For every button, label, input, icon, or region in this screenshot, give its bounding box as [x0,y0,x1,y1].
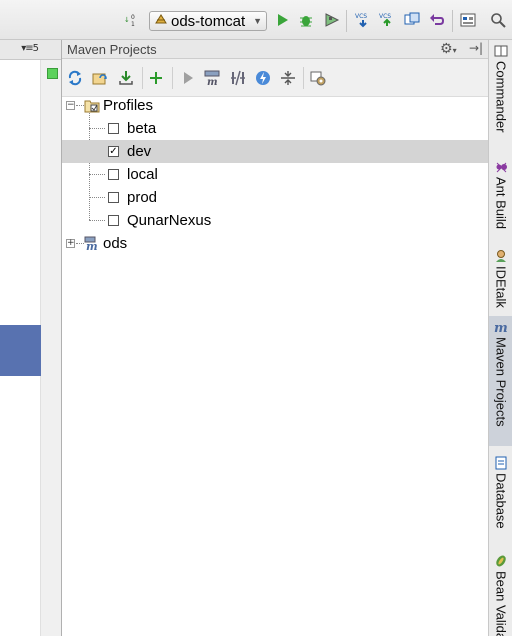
profile-label-prod: prod [127,189,158,206]
run-goal-icon[interactable] [179,69,197,87]
expand-toggle[interactable]: + [66,239,75,248]
maven-projects-panel: Maven Projects ⚙▾ →| m − Profiles beta ✓… [62,40,488,636]
tree-node-ods[interactable]: + m ods [62,232,488,255]
hide-panel-icon[interactable]: →| [469,41,483,55]
run-icon[interactable] [274,12,290,28]
side-tab-bean-validation[interactable]: Bean Valida [489,550,512,636]
gear-icon[interactable]: ⚙▾ [440,41,457,57]
editor-area: ▾≡5 [0,40,62,636]
commander-icon [494,44,508,58]
editor-tabs-menu[interactable]: ▾≡5 [21,43,39,54]
collapse-all-icon[interactable] [279,69,297,87]
maven-icon: m [494,320,508,334]
side-tab-database[interactable]: Database [489,452,512,542]
profile-row-qunarnexus[interactable]: QunarNexus [62,209,488,232]
profile-checkbox-prod[interactable] [108,192,119,203]
run-configuration-dropdown[interactable]: ods-tomcat ▼ [149,11,267,31]
debug-icon[interactable] [298,12,314,28]
profile-label-local: local [127,166,158,183]
coverage-icon[interactable] [324,12,340,28]
profiles-folder-icon [84,98,100,117]
skip-tests-icon[interactable] [254,69,272,87]
no-problems-marker[interactable] [47,68,58,79]
toolbar-separator [172,67,173,89]
tomcat-icon [154,12,168,30]
reimport-icon[interactable] [66,69,84,87]
maven-panel-title: Maven Projects [67,42,157,57]
toolbar-separator [346,10,347,32]
sort-icon[interactable]: ↓ 0 1 [124,12,140,28]
profile-label-qunarnexus: QunarNexus [127,212,212,229]
chevron-down-icon: ▼ [253,16,262,26]
svg-text:VCS: VCS [379,13,391,20]
side-tab-commander[interactable]: Commander [489,40,512,150]
svg-text:0: 0 [131,14,135,21]
side-tab-label: IDEtalk [493,266,509,308]
profile-row-dev[interactable]: ✓ dev [62,140,488,163]
generate-sources-icon[interactable] [91,69,109,87]
profile-checkbox-beta[interactable] [108,123,119,134]
side-tab-label: Commander [493,61,509,133]
toolbar-separator [452,10,453,32]
add-icon[interactable] [147,69,165,87]
project-label-ods: ods [103,235,128,252]
side-tab-label: Database [493,473,509,529]
svg-text:VCS: VCS [355,13,367,20]
collapse-toggle[interactable]: − [66,101,75,110]
vcs-update-icon[interactable]: VCS [355,12,371,28]
vcs-revert-icon[interactable] [429,12,445,28]
profile-label-dev: dev [127,143,152,160]
editor-header: ▾≡5 [0,40,62,60]
profile-row-local[interactable]: local [62,163,488,186]
tree-node-profiles[interactable]: − Profiles [62,94,488,117]
editor-selection-block [0,325,41,376]
project-structure-icon[interactable] [460,12,476,28]
vcs-compare-icon[interactable] [404,12,420,28]
side-tab-idetalk[interactable]: IDEtalk [489,245,512,315]
ant-icon [494,160,508,174]
profile-checkbox-local[interactable] [108,169,119,180]
profile-label-beta: beta [127,120,157,137]
profile-row-beta[interactable]: beta [62,117,488,140]
side-tab-ant-build[interactable]: Ant Build [489,156,512,236]
vcs-commit-icon[interactable]: VCS [379,12,395,28]
side-tab-label: Maven Projects [493,337,509,427]
settings-icon[interactable] [309,69,327,87]
maven-panel-header: Maven Projects ⚙▾ →| [62,40,488,59]
maven-projects-tree: − Profiles beta ✓ dev local prod QunarNe… [62,97,488,636]
run-configuration-label: ods-tomcat [171,12,246,30]
search-icon[interactable] [490,12,506,28]
toolbar-separator [303,67,304,89]
profile-checkbox-dev[interactable]: ✓ [108,146,119,157]
main-toolbar: ↓ 0 1 ods-tomcat ▼ VCS VCS [0,0,512,40]
profiles-label: Profiles [103,97,154,114]
profile-row-prod[interactable]: prod [62,186,488,209]
bean-icon [494,554,508,568]
toggle-offline-icon[interactable] [229,69,247,87]
svg-text:1: 1 [131,21,135,28]
side-tab-maven-projects[interactable]: m Maven Projects [489,316,512,446]
side-tab-label: Bean Valida [493,571,509,636]
download-icon[interactable] [117,69,135,87]
svg-text:m: m [207,77,218,87]
idetalk-icon [494,249,508,263]
maven-project-icon: m [84,236,100,255]
profile-checkbox-qunarnexus[interactable] [108,215,119,226]
database-icon [494,456,508,470]
side-tab-label: Ant Build [493,177,509,230]
toolbar-separator [142,67,143,89]
execute-maven-icon[interactable]: m [204,69,222,87]
tool-window-bar: Commander Ant Build IDEtalk m Maven Proj… [488,40,512,636]
maven-toolbar: m [62,59,488,97]
svg-text:m: m [494,321,508,334]
editor-gutter [40,60,62,636]
svg-text:m: m [86,240,98,251]
svg-text:↓: ↓ [124,16,130,24]
